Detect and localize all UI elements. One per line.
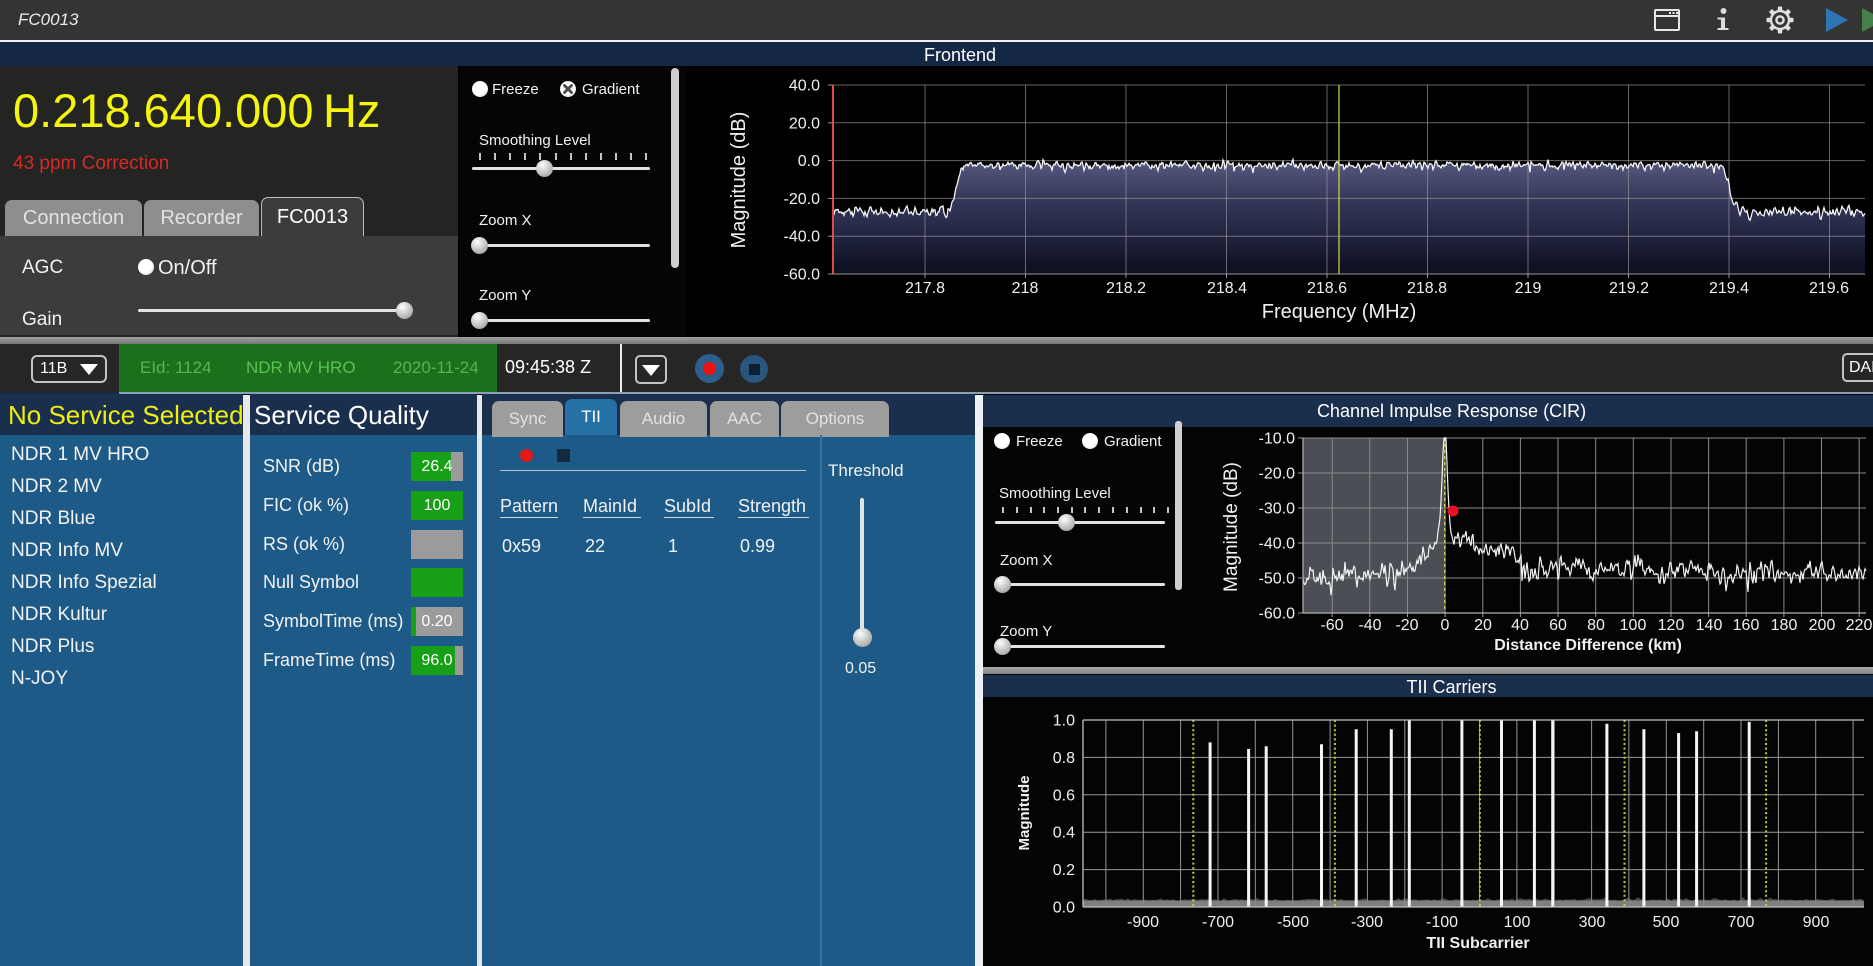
svg-text:40.0: 40.0	[789, 78, 820, 95]
svg-text:0.0: 0.0	[1053, 900, 1075, 917]
svg-text:219: 219	[1515, 280, 1542, 297]
svg-text:-900: -900	[1127, 914, 1159, 931]
svg-text:160: 160	[1733, 617, 1760, 634]
svg-text:-60: -60	[1320, 617, 1343, 634]
svg-text:140: 140	[1696, 617, 1723, 634]
svg-text:-50.0: -50.0	[1259, 571, 1296, 588]
svg-text:0.4: 0.4	[1053, 825, 1075, 842]
svg-text:-20.0: -20.0	[1259, 466, 1296, 483]
svg-text:-20.0: -20.0	[784, 191, 821, 208]
svg-text:-500: -500	[1277, 914, 1309, 931]
svg-text:1.0: 1.0	[1053, 713, 1075, 730]
svg-text:218: 218	[1012, 280, 1039, 297]
svg-text:120: 120	[1658, 617, 1685, 634]
svg-text:200: 200	[1809, 617, 1836, 634]
svg-text:-40.0: -40.0	[1259, 536, 1296, 553]
svg-text:219.2: 219.2	[1609, 280, 1649, 297]
svg-text:180: 180	[1771, 617, 1798, 634]
svg-text:219.4: 219.4	[1709, 280, 1749, 297]
svg-text:-40.0: -40.0	[784, 229, 821, 246]
svg-text:220: 220	[1846, 617, 1873, 634]
svg-text:219.6: 219.6	[1809, 280, 1849, 297]
svg-text:20.0: 20.0	[789, 115, 820, 132]
svg-text:20: 20	[1474, 617, 1492, 634]
svg-text:40: 40	[1511, 617, 1529, 634]
svg-text:0.6: 0.6	[1053, 787, 1075, 804]
svg-text:0.2: 0.2	[1053, 862, 1075, 879]
svg-text:Magnitude (dB): Magnitude (dB)	[1221, 462, 1242, 592]
svg-text:-20: -20	[1395, 617, 1418, 634]
svg-text:0: 0	[1441, 617, 1450, 634]
svg-text:218.4: 218.4	[1207, 280, 1247, 297]
svg-text:218.8: 218.8	[1407, 280, 1447, 297]
svg-text:0.0: 0.0	[798, 153, 820, 170]
svg-text:900: 900	[1803, 914, 1830, 931]
svg-text:0.8: 0.8	[1053, 750, 1075, 767]
svg-text:218.2: 218.2	[1106, 280, 1146, 297]
svg-text:60: 60	[1549, 617, 1567, 634]
svg-text:-300: -300	[1351, 914, 1383, 931]
svg-text:Distance Difference (km): Distance Difference (km)	[1494, 637, 1682, 654]
svg-text:-100: -100	[1426, 914, 1458, 931]
svg-text:80: 80	[1587, 617, 1605, 634]
svg-text:-60.0: -60.0	[1259, 606, 1296, 623]
svg-text:217.8: 217.8	[905, 280, 945, 297]
svg-text:700: 700	[1728, 914, 1755, 931]
svg-text:-10.0: -10.0	[1259, 431, 1296, 448]
svg-text:TII Subcarrier: TII Subcarrier	[1426, 935, 1529, 952]
svg-text:500: 500	[1653, 914, 1680, 931]
svg-text:100: 100	[1620, 617, 1647, 634]
svg-text:-700: -700	[1202, 914, 1234, 931]
svg-text:-30.0: -30.0	[1259, 501, 1296, 518]
svg-text:218.6: 218.6	[1307, 280, 1347, 297]
svg-text:300: 300	[1579, 914, 1606, 931]
svg-text:100: 100	[1504, 914, 1531, 931]
svg-text:Magnitude (dB): Magnitude (dB)	[728, 112, 750, 249]
svg-text:Magnitude: Magnitude	[1016, 776, 1033, 851]
svg-text:-40: -40	[1358, 617, 1381, 634]
svg-text:-60.0: -60.0	[784, 267, 821, 284]
svg-text:Frequency (MHz): Frequency (MHz)	[1262, 301, 1416, 323]
